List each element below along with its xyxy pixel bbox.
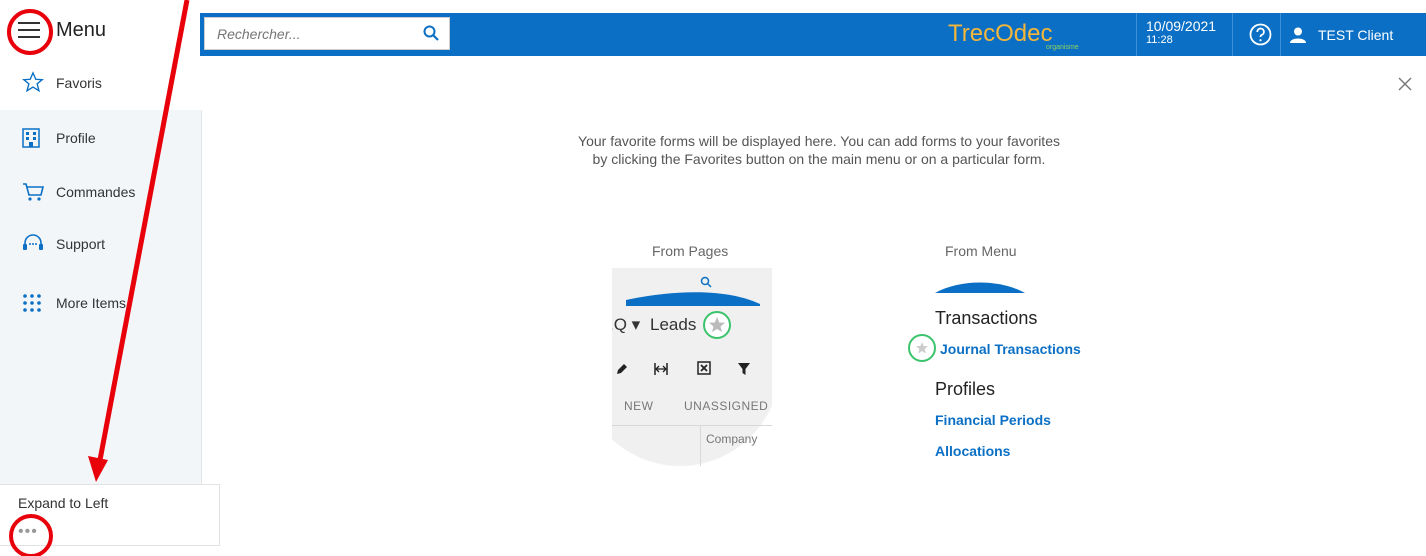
company-logo: TrecOdec organisme [948,19,1098,51]
current-date: 10/09/2021 [1146,18,1217,34]
current-time: 11:28 [1146,34,1173,46]
table-header-line [612,425,772,426]
date-time: 10/09/2021 11:28 [1146,18,1216,46]
logo-subtext: organisme [1046,44,1079,51]
menu-section-transactions: Transactions [935,308,1038,328]
menu-illustration-top [935,282,1025,293]
menu-header: Menu [0,0,200,57]
expand-to-left-option[interactable]: Expand to Left [18,495,108,511]
sidebar-item-label: Support [56,236,106,252]
hamburger-menu-icon[interactable] [18,22,40,43]
from-menu-title: From Menu [945,243,1017,259]
fit-width-icon [654,362,668,380]
favorite-star-icon[interactable] [907,333,937,368]
help-icon[interactable] [1248,22,1273,47]
headset-icon [22,234,44,259]
sidebar-item-label: More Items [56,295,127,311]
sidebar-item-label: Commandes [56,184,136,200]
expand-panel: Expand to Left ••• [0,484,220,546]
top-bar: TrecOdec organisme 10/09/2021 11:28 TEST… [200,13,1426,56]
close-icon[interactable] [1398,77,1412,96]
tab-new: NEW [624,399,654,413]
link-financial-periods[interactable]: Financial Periods [935,412,1051,428]
column-header-company: Company [706,432,758,446]
column-divider [700,425,701,466]
divider [1232,13,1233,56]
sidebar-item-support[interactable]: Support [0,224,200,264]
search-icon[interactable] [423,25,439,46]
illustration-top-bar [626,276,760,306]
search-input[interactable] [205,18,405,49]
favorite-star-icon[interactable] [702,310,732,345]
sidebar-panel: Profile Commandes Support More Items [0,110,202,484]
favorites-info-text: Your favorite forms will be displayed he… [400,132,1238,168]
info-line: Your favorite forms will be displayed he… [578,133,1060,149]
user-menu[interactable]: TEST Client [1290,13,1393,56]
from-pages-illustration: .Q ▾ Leads NEW UNASSIGNED Company [612,268,772,466]
pencil-icon [616,362,628,380]
link-journal-transactions[interactable]: Journal Transactions [940,341,1081,357]
leads-prefix: .Q ▾ [612,315,641,334]
cart-icon [22,182,45,207]
sidebar-item-label: Profile [56,130,96,146]
link-allocations[interactable]: Allocations [935,443,1010,459]
building-icon [22,128,40,153]
sidebar-item-commandes[interactable]: Commandes [0,172,200,212]
leads-label: Leads [650,315,697,334]
user-name: TEST Client [1318,26,1394,43]
sidebar-item-profile[interactable]: Profile [0,118,200,158]
divider [1280,13,1281,56]
divider [1136,13,1137,56]
excel-export-icon [697,361,711,380]
sidebar-item-label: Favoris [56,75,102,91]
logo-text: TrecOdec [948,20,1052,47]
filter-icon [738,362,750,380]
sidebar-item-favorites[interactable]: Favoris [0,58,200,110]
tab-unassigned: UNASSIGNED [684,399,769,413]
more-options-button[interactable]: ••• [18,523,38,541]
menu-section-profiles: Profiles [935,379,996,399]
menu-title: Menu [56,19,107,41]
grid-dots-icon [22,293,42,318]
search-box [204,17,450,50]
star-icon [22,71,44,98]
sidebar-item-more-items[interactable]: More Items [0,283,200,323]
info-line: by clicking the Favorites button on the … [592,151,1046,167]
from-pages-title: From Pages [652,243,729,259]
user-icon [1290,27,1306,43]
